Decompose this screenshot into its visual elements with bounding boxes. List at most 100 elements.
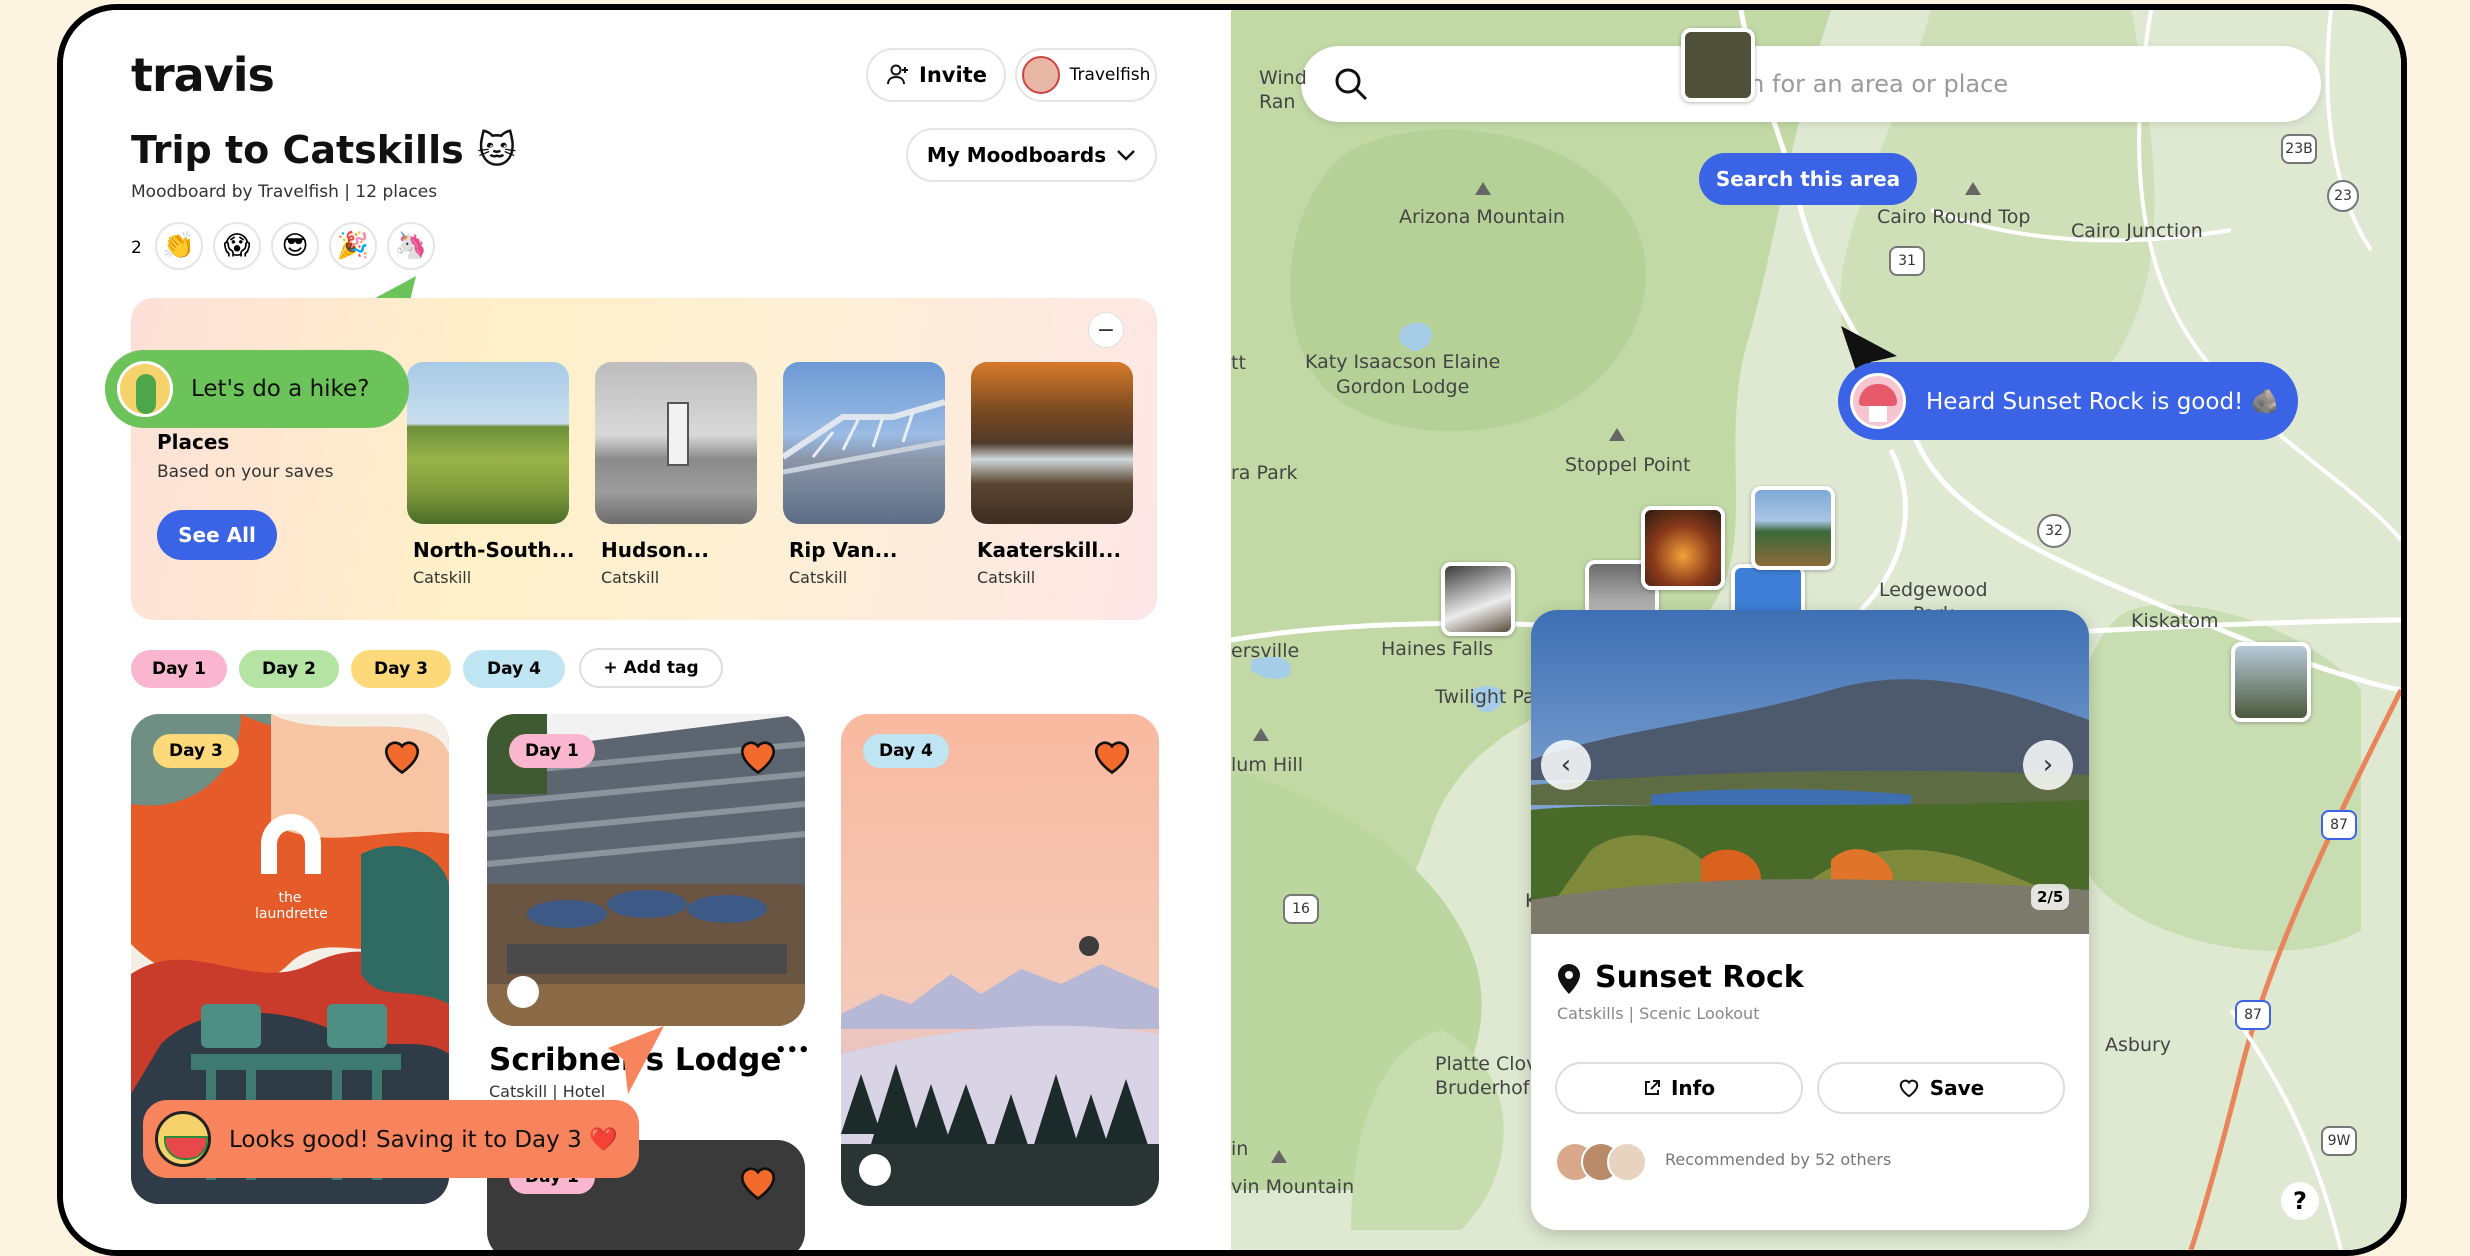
save-label: Save xyxy=(1929,1076,1985,1100)
map-view[interactable]: Search for an area or place Search this … xyxy=(1231,10,2401,1250)
road-shield: 87 xyxy=(2235,1000,2271,1030)
add-tag-button[interactable]: + Add tag xyxy=(579,648,723,688)
road-shield: 23 xyxy=(2327,180,2359,212)
search-this-area-button[interactable]: Search this area xyxy=(1699,153,1917,205)
heart-icon[interactable] xyxy=(1091,734,1133,776)
collaborator-cursor-orange-icon xyxy=(608,1026,664,1094)
road-shield: 23B xyxy=(2281,134,2317,164)
chevron-down-icon xyxy=(1117,150,1136,161)
map-label: tt xyxy=(1231,352,1246,374)
place-photo xyxy=(971,362,1133,524)
map-label: Haines Falls xyxy=(1381,638,1494,660)
reaction-party[interactable]: 🎉 xyxy=(329,222,377,270)
location-pin-icon xyxy=(1558,964,1580,994)
chat-blue-text: Heard Sunset Rock is good! 🪨 xyxy=(1926,388,2280,415)
reaction-cool[interactable]: 😎 xyxy=(271,222,319,270)
tag-day-1[interactable]: Day 1 xyxy=(131,650,227,688)
map-place-marker[interactable] xyxy=(1441,562,1515,636)
card-art-text: the laundrette xyxy=(255,890,328,922)
map-place-marker[interactable] xyxy=(1641,506,1725,590)
heart-icon[interactable] xyxy=(381,734,423,776)
heart-icon[interactable] xyxy=(737,1160,779,1202)
map-label: ersville xyxy=(1231,640,1300,662)
chat-bubble-green: Let's do a hike? xyxy=(105,350,409,428)
moodboard-card[interactable]: Day 1 xyxy=(487,714,805,1026)
photo-counter: 2/5 xyxy=(2031,884,2070,910)
next-photo-button[interactable]: › xyxy=(2023,740,2073,790)
place-name: Kaaterskill... xyxy=(977,538,1122,562)
app-frame: travis Invite Travelfish Trip to Catskil… xyxy=(57,4,2407,1256)
invite-label: Invite xyxy=(919,63,987,87)
user-label: Travelfish xyxy=(1069,65,1151,85)
place-card[interactable]: North-South... Catskill xyxy=(407,362,574,587)
user-button[interactable]: Travelfish xyxy=(1015,48,1157,102)
place-city: Catskill xyxy=(601,568,660,587)
help-button[interactable]: ? xyxy=(2281,1182,2319,1220)
place-card[interactable]: Kaaterskill... Catskill xyxy=(971,362,1133,587)
collapse-button[interactable]: − xyxy=(1088,312,1124,348)
suggestions-subheading: Based on your saves xyxy=(157,462,334,482)
logo-text: travis xyxy=(131,48,275,102)
add-person-icon xyxy=(887,64,909,85)
tag-day-3[interactable]: Day 3 xyxy=(351,650,451,688)
map-label: lum Hill xyxy=(1231,754,1303,776)
popup-subtitle: Catskills | Scenic Lookout xyxy=(1557,1004,1760,1023)
map-search-bar[interactable]: Search for an area or place xyxy=(1301,46,2321,122)
place-card[interactable]: Rip Van... Catskill xyxy=(783,362,945,587)
card-day-badge: Day 1 xyxy=(509,734,595,768)
tag-day-2[interactable]: Day 2 xyxy=(239,650,339,688)
see-all-button[interactable]: See All xyxy=(157,510,277,560)
place-name: Rip Van... xyxy=(789,538,898,562)
place-city: Catskill xyxy=(789,568,848,587)
map-place-marker[interactable] xyxy=(1681,28,1755,102)
suggestions-heading: Places xyxy=(157,430,230,454)
reaction-scream[interactable]: 😱 xyxy=(213,222,261,270)
trip-subtitle: Moodboard by Travelfish | 12 places xyxy=(131,182,438,202)
card-subtitle: Catskill | Hotel xyxy=(489,1082,606,1101)
more-options-button[interactable]: ••• xyxy=(775,1040,810,1061)
road-shield: 87 xyxy=(2321,810,2357,840)
map-label: in xyxy=(1231,1138,1249,1160)
contributor-avatar xyxy=(507,976,539,1008)
moodboard-card[interactable]: Day 4 xyxy=(841,714,1159,1206)
map-label: ra Park xyxy=(1231,462,1298,484)
save-button[interactable]: Save xyxy=(1817,1062,2065,1114)
prev-photo-button[interactable]: ‹ xyxy=(1541,740,1591,790)
chat-bubble-blue: Heard Sunset Rock is good! 🪨 xyxy=(1838,362,2298,440)
peak-marker xyxy=(1271,1150,1287,1163)
tag-day-4[interactable]: Day 4 xyxy=(463,650,565,688)
map-label: Stoppel Point xyxy=(1565,454,1691,476)
recommender-avatar xyxy=(1607,1142,1647,1182)
reaction-clap[interactable]: 👏 xyxy=(155,222,203,270)
moodboards-dropdown[interactable]: My Moodboards xyxy=(906,128,1157,182)
peak-marker xyxy=(1475,182,1491,195)
heart-icon[interactable] xyxy=(737,734,779,776)
map-label: Cairo Junction xyxy=(2071,220,2203,242)
map-place-marker[interactable] xyxy=(1751,486,1835,570)
place-card[interactable]: Hudson... Catskill xyxy=(595,362,757,587)
peak-marker xyxy=(1609,428,1625,441)
invite-button[interactable]: Invite xyxy=(866,48,1006,102)
map-label: Twilight Pa xyxy=(1435,686,1535,708)
card-photo xyxy=(841,714,1159,1206)
map-label: Asbury xyxy=(2105,1034,2172,1056)
recommended-text: Recommended by 52 others xyxy=(1665,1150,1892,1169)
road-shield: 32 xyxy=(2037,514,2071,548)
info-label: Info xyxy=(1670,1076,1716,1100)
reaction-unicorn[interactable]: 🦄 xyxy=(387,222,435,270)
user-avatar xyxy=(1021,56,1060,94)
external-link-icon xyxy=(1644,1080,1660,1095)
chat-orange-text: Looks good! Saving it to Day 3 ❤️ xyxy=(229,1126,618,1153)
search-placeholder: Search for an area or place xyxy=(1681,70,2009,98)
map-place-marker[interactable] xyxy=(2231,642,2311,722)
card-day-badge: Day 3 xyxy=(153,734,239,768)
place-name: Hudson... xyxy=(601,538,709,562)
road-shield: 31 xyxy=(1889,246,1925,276)
moodboards-label: My Moodboards xyxy=(926,143,1107,167)
app-logo[interactable]: travis xyxy=(131,48,275,102)
map-label: Katy Isaacson Elaine Gordon Lodge xyxy=(1305,351,1501,398)
place-city: Catskill xyxy=(413,568,472,587)
info-button[interactable]: Info xyxy=(1555,1062,1803,1114)
place-popup[interactable]: ‹ › 2/5 Sunset Rock Catskills | Scenic L… xyxy=(1531,610,2089,1230)
chat-green-text: Let's do a hike? xyxy=(191,376,370,402)
